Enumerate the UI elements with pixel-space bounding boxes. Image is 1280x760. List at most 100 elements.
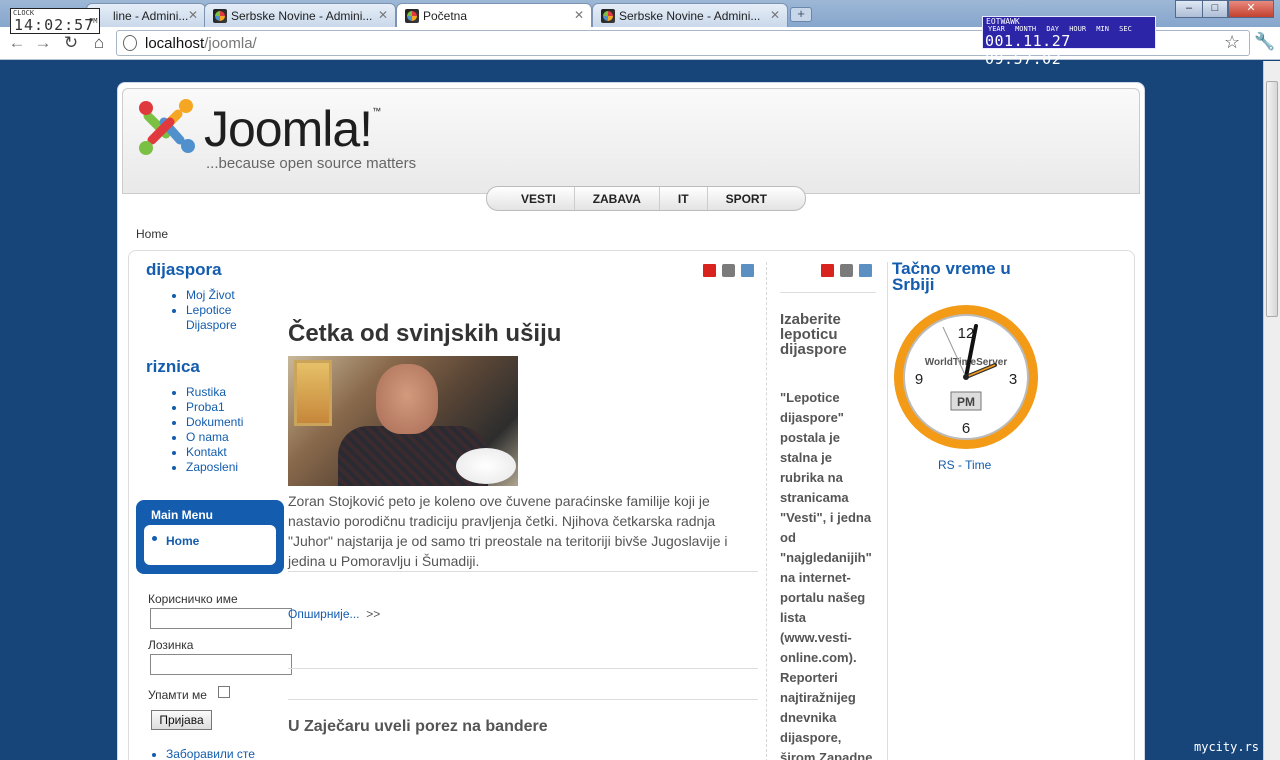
close-icon[interactable]: ✕	[378, 8, 388, 22]
joomla-favicon-icon	[405, 9, 419, 23]
password-label: Лозинка	[148, 638, 194, 652]
link-proba1[interactable]: Proba1	[186, 400, 243, 415]
pdf-icon[interactable]	[703, 264, 716, 277]
clock-module-title: Tačno vreme u Srbiji	[892, 259, 1011, 294]
read-more-link[interactable]: Опширније... >>	[288, 607, 380, 621]
tab-pocetna[interactable]: Početna ✕	[396, 3, 592, 27]
main-menu-title: Main Menu	[151, 508, 213, 522]
middle-icons	[815, 264, 872, 277]
rs-time-link[interactable]: RS - Time	[938, 458, 991, 472]
riznica-links: Rustika Proba1 Dokumenti O nama Kontakt …	[146, 385, 243, 475]
link-dokumenti[interactable]: Dokumenti	[186, 415, 243, 430]
numeral-3: 3	[1009, 371, 1017, 388]
numeral-6: 6	[962, 420, 970, 437]
joomla-favicon-icon	[213, 9, 227, 23]
clock-ampm: PM	[89, 17, 98, 25]
nav-item-zabava[interactable]: ZABAVA	[575, 187, 660, 210]
forward-icon[interactable]: →	[32, 33, 54, 53]
top-navigation: VESTI ZABAVA IT SPORT	[486, 186, 806, 211]
tab-title: line - Admini...	[113, 9, 189, 23]
remember-checkbox[interactable]	[218, 686, 230, 698]
login-links: Заборавили сте	[126, 747, 255, 760]
username-input[interactable]	[150, 608, 292, 629]
maximize-button[interactable]: □	[1202, 0, 1228, 18]
link-o-nama[interactable]: O nama	[186, 430, 243, 445]
next-article-title[interactable]: U Zaječaru uveli porez na bandere	[288, 718, 548, 736]
middle-text: "Lepotice dijaspore" postala je stalna j…	[780, 390, 873, 760]
url-text: localhost/joomla/	[145, 35, 257, 52]
main-menu-home[interactable]: Home	[166, 534, 199, 548]
analog-clock: 12 3 6 9 WorldTimeServer PM	[894, 305, 1038, 449]
logo-text: Joomla!™	[204, 101, 381, 157]
email-icon[interactable]	[741, 264, 754, 277]
link-kontakt[interactable]: Kontakt	[186, 445, 243, 460]
tab-title: Početna	[423, 9, 468, 23]
tagline: ...because open source matters	[206, 155, 417, 172]
module-title-dijaspora: dijaspora	[146, 260, 222, 279]
module-title-riznica: riznica	[146, 357, 200, 376]
tab-admin-1[interactable]: line - Admini... ✕	[86, 3, 206, 27]
link-lepotice-dijaspore[interactable]: Lepotice Dijaspore	[186, 303, 256, 333]
link-moj-zivot[interactable]: Moj Život	[186, 288, 286, 303]
nav-item-vesti[interactable]: VESTI	[503, 187, 575, 210]
middle-title: Izaberite lepoticu dijaspore	[780, 311, 847, 358]
close-window-button[interactable]: ✕	[1228, 0, 1274, 18]
photo-face	[376, 364, 438, 434]
password-input[interactable]	[150, 654, 292, 675]
bullet-icon	[152, 536, 157, 541]
numeral-9: 9	[915, 371, 923, 388]
pdf-icon[interactable]	[821, 264, 834, 277]
back-icon[interactable]: ←	[6, 33, 28, 53]
divider	[288, 699, 758, 700]
corner-brand: mycity.rs	[1194, 740, 1260, 754]
bookmark-star-icon[interactable]: ☆	[1224, 32, 1240, 53]
print-icon[interactable]	[722, 264, 735, 277]
close-icon[interactable]: ✕	[574, 8, 584, 22]
article-body: Zoran Stojković peto je koleno ove čuven…	[288, 493, 728, 569]
login-button[interactable]: Пријава	[151, 710, 212, 730]
print-icon[interactable]	[840, 264, 853, 277]
tab-admin-3[interactable]: Serbske Novine - Admini... ✕	[592, 3, 788, 27]
photo-painting	[294, 360, 332, 426]
divider	[288, 571, 758, 572]
tab-title: Serbske Novine - Admini...	[231, 9, 373, 23]
remember-label: Упамти ме	[148, 688, 207, 702]
minimize-button[interactable]: –	[1175, 0, 1203, 18]
link-rustika[interactable]: Rustika	[186, 385, 243, 400]
email-icon[interactable]	[859, 264, 872, 277]
tab-title: Serbske Novine - Admini...	[619, 9, 761, 23]
article-icons	[697, 264, 754, 277]
dijaspora-links: Moj Život Lepotice Dijaspore	[146, 288, 286, 333]
desktop-clock-widget: CLOCK 14:02:57 PM	[10, 8, 100, 34]
tab-admin-2[interactable]: Serbske Novine - Admini... ✕	[204, 3, 396, 27]
home-icon[interactable]: ⌂	[88, 33, 110, 53]
divider	[780, 292, 876, 293]
page-scrollbar[interactable]	[1263, 61, 1280, 760]
nav-item-it[interactable]: IT	[660, 187, 708, 210]
joomla-favicon-icon	[601, 9, 615, 23]
main-menu-module: Main Menu Home	[136, 500, 284, 574]
main-menu-box: Home	[144, 525, 276, 565]
scrollbar-thumb[interactable]	[1266, 81, 1278, 317]
nav-item-sport[interactable]: SPORT	[708, 187, 785, 210]
eot-values: 001.11.27 09:57:02	[985, 32, 1071, 68]
divider	[288, 668, 758, 669]
eotwawk-widget: EOTWAWK YEAR MONTH DAY HOUR MIN SEC 001.…	[982, 16, 1156, 68]
column-separator	[766, 262, 767, 760]
article-photo	[288, 356, 518, 486]
link-zaposleni[interactable]: Zaposleni	[186, 460, 243, 475]
reload-icon[interactable]: ↻	[60, 33, 82, 53]
column-separator	[887, 262, 888, 760]
breadcrumb[interactable]: Home	[136, 227, 168, 241]
photo-brush	[456, 448, 516, 484]
clock-time: 14:02:57	[14, 16, 95, 34]
close-icon[interactable]: ✕	[188, 8, 198, 22]
wrench-icon[interactable]: 🔧	[1254, 32, 1275, 52]
close-icon[interactable]: ✕	[770, 8, 780, 22]
joomla-logo-icon	[139, 99, 195, 155]
page-icon	[123, 35, 137, 51]
article-title: Četka od svinjskih ušiju	[288, 320, 562, 347]
username-label: Корисничко име	[148, 592, 238, 606]
new-tab-button[interactable]: +	[790, 7, 812, 22]
forgot-link[interactable]: Заборавили сте	[166, 747, 255, 760]
